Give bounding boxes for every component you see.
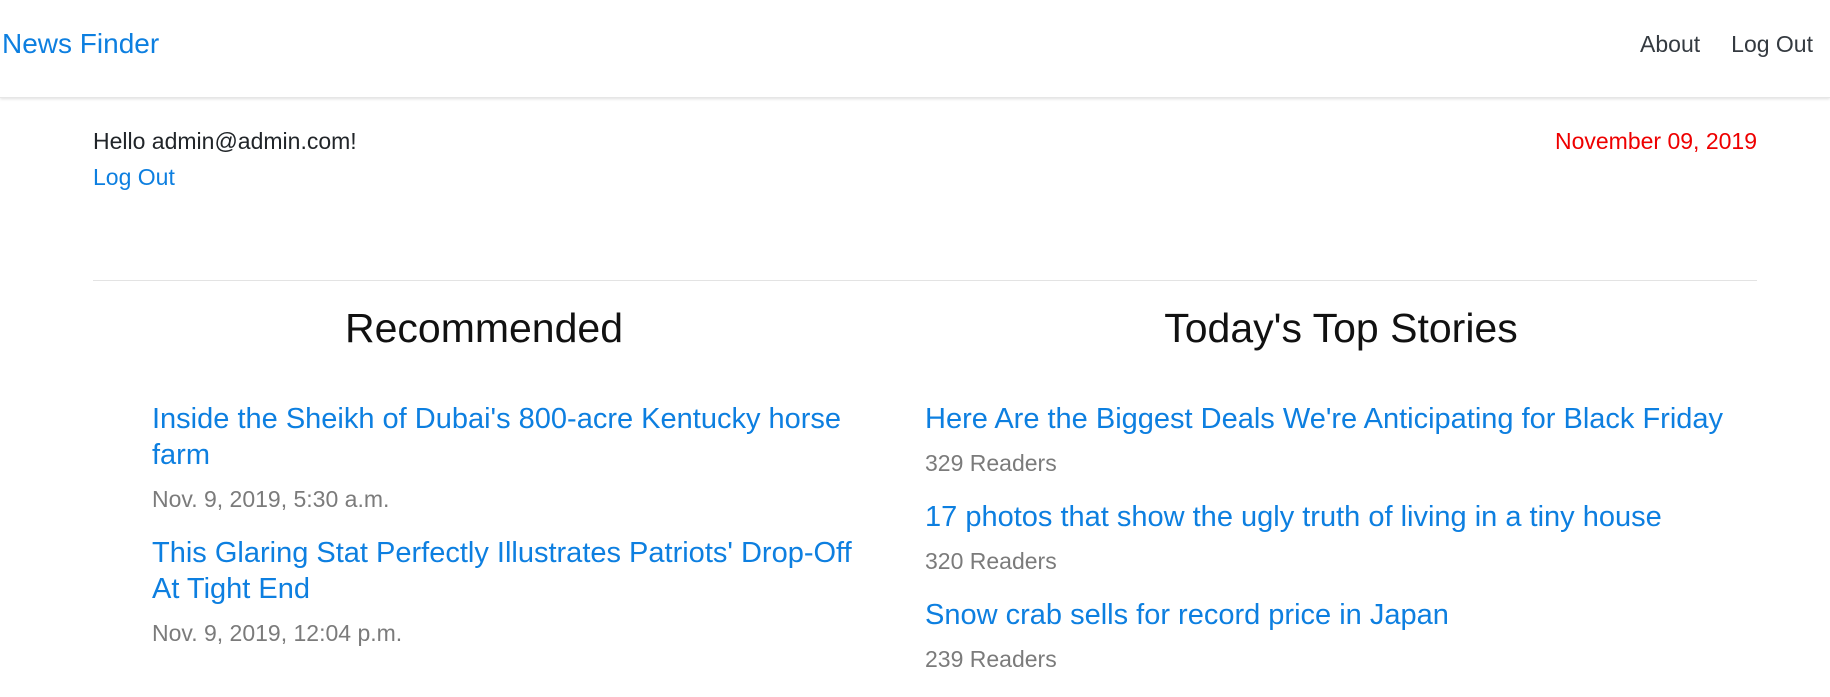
article-link[interactable]: Inside the Sheikh of Dubai's 800-acre Ke… — [152, 401, 882, 473]
list-item: Here Are the Biggest Deals We're Anticip… — [925, 401, 1805, 477]
top-stories-heading: Today's Top Stories — [1164, 305, 1518, 351]
recommended-list: Inside the Sheikh of Dubai's 800-acre Ke… — [152, 401, 882, 669]
article-link[interactable]: Snow crab sells for record price in Japa… — [925, 597, 1805, 633]
article-timestamp: Nov. 9, 2019, 12:04 p.m. — [152, 620, 403, 646]
nav-about-link[interactable]: About — [1640, 31, 1700, 58]
reader-count: 329 Readers — [925, 450, 1057, 476]
brand-link[interactable]: News Finder — [2, 28, 159, 60]
logout-link[interactable]: Log Out — [93, 164, 175, 191]
article-link[interactable]: Here Are the Biggest Deals We're Anticip… — [925, 401, 1805, 437]
list-item: This Glaring Stat Perfectly Illustrates … — [152, 535, 882, 647]
reader-count: 239 Readers — [925, 646, 1057, 672]
nav-links: About Log Out — [1640, 31, 1813, 58]
list-item: Inside the Sheikh of Dubai's 800-acre Ke… — [152, 401, 882, 513]
article-timestamp: Nov. 9, 2019, 5:30 a.m. — [152, 486, 390, 512]
section-divider — [93, 280, 1757, 281]
nav-logout-link[interactable]: Log Out — [1731, 31, 1813, 58]
top-stories-list: Here Are the Biggest Deals We're Anticip… — [925, 401, 1805, 695]
recommended-heading: Recommended — [344, 305, 624, 351]
current-date: November 09, 2019 — [1554, 128, 1757, 154]
article-link[interactable]: This Glaring Stat Perfectly Illustrates … — [152, 535, 882, 607]
top-navbar: News Finder About Log Out — [0, 0, 1830, 98]
list-item: Snow crab sells for record price in Japa… — [925, 597, 1805, 673]
reader-count: 320 Readers — [925, 548, 1057, 574]
article-link[interactable]: 17 photos that show the ugly truth of li… — [925, 499, 1805, 535]
list-item: 17 photos that show the ugly truth of li… — [925, 499, 1805, 575]
user-greeting: Hello admin@admin.com! — [93, 128, 357, 154]
